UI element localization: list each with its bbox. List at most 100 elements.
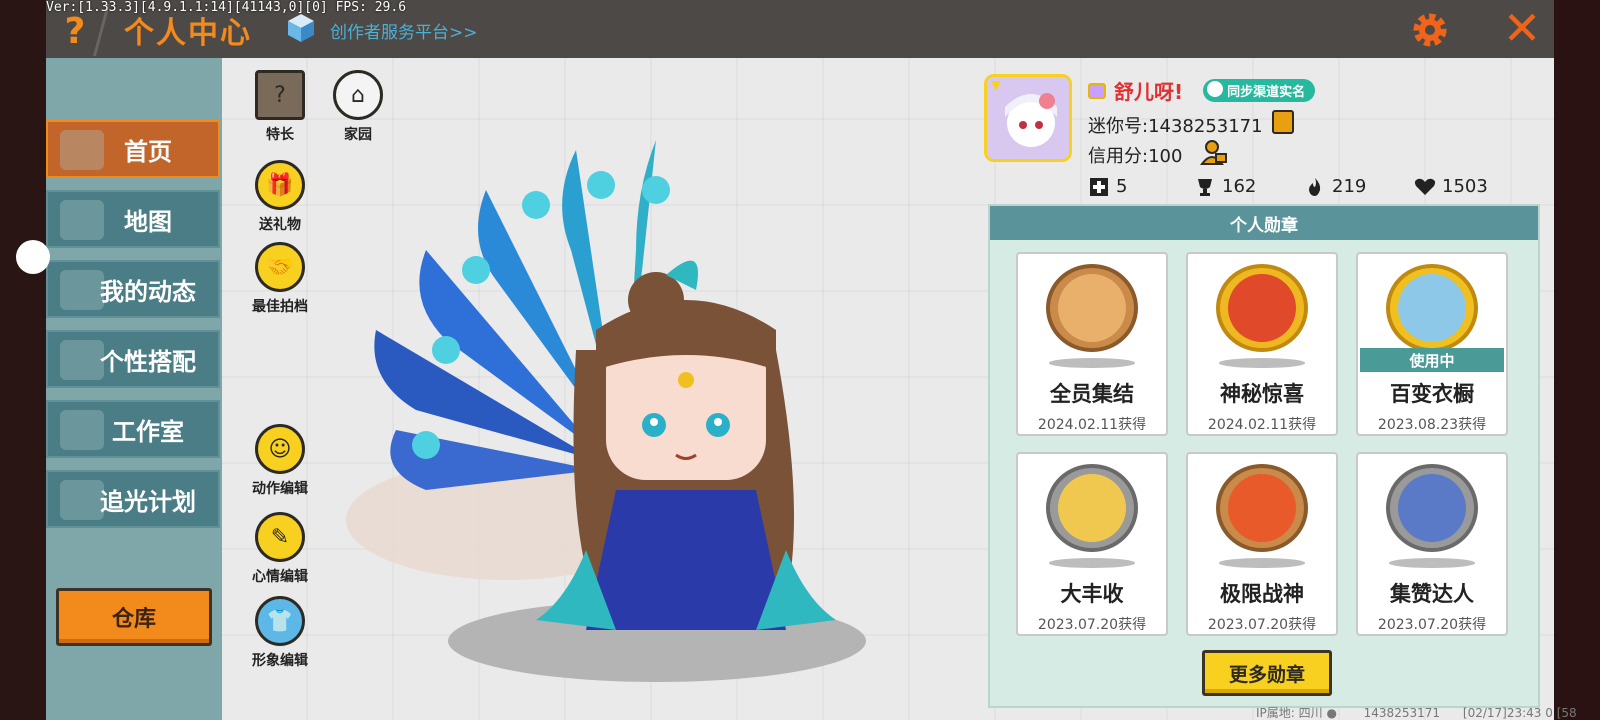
medal-base [1049,558,1135,568]
badge-name: 神秘惊喜 [1220,382,1304,406]
sidebar-item-label: 我的动态 [100,277,196,306]
username: 舒儿呀! [1114,80,1184,104]
stat-flame[interactable]: 219 [1304,176,1414,197]
badge-date: 2023.07.20获得 [1377,617,1487,633]
badge-card[interactable]: 大丰收 2023.07.20获得 [1016,452,1168,636]
creator-platform-link[interactable]: 创作者服务平台>> [330,18,478,43]
stat-value: 5 [1116,176,1128,197]
sidebar-item-label: 地图 [124,207,172,236]
plus-square-icon [1090,177,1108,196]
badge-name: 百变衣橱 [1390,382,1474,406]
sidebar: 首页 地图 我的动态 个性搭配 工作室 追光计划 仓库 [46,58,222,720]
stat-value: 1503 [1442,176,1488,197]
mood-edit-button[interactable]: ✎ 心情编辑 [244,512,316,586]
badge-name: 极限战神 [1220,582,1304,606]
talent-button[interactable]: ? 特长 [244,70,316,144]
warehouse-button[interactable]: 仓库 [56,588,212,646]
medal-base [1219,358,1305,368]
sync-label: 同步渠道实名 [1227,85,1306,100]
mini-id: 迷你号:1438253171 [1088,116,1263,137]
image-edit-label: 形象编辑 [252,653,308,669]
gear-icon[interactable] [1408,8,1452,52]
badge-medal-icon [1046,464,1138,553]
badge-card[interactable]: 极限战神 2023.07.20获得 [1186,452,1338,636]
credit-user-icon[interactable] [1200,138,1228,166]
avatar-image [987,77,1069,159]
footer-extra: 0 [58 [1545,706,1577,720]
sidebar-item-my-feed[interactable]: 我的动态 [46,260,220,318]
character-avatar[interactable] [336,130,936,670]
stat-add[interactable]: 5 [1088,176,1194,197]
action-edit-label: 动作编辑 [252,481,308,497]
stat-value: 219 [1332,176,1367,197]
medal-base [1389,558,1475,568]
send-gift-label: 送礼物 [259,217,301,233]
stat-likes[interactable]: 1503 [1414,176,1488,197]
action-edit-button[interactable]: ☺ 动作编辑 [244,424,316,498]
heart-icon [1414,178,1436,195]
badges-panel: 个人勋章 全员集结 2024.02.11获得 神秘惊喜 2024.02.11获得… [988,204,1540,708]
help-button[interactable]: ? [58,12,92,52]
medal-base [1049,358,1135,368]
cube-icon [288,14,314,42]
badge-name: 大丰收 [1060,582,1124,606]
sidebar-item-outfit[interactable]: 个性搭配 [46,330,220,388]
sync-realname-button[interactable]: 同步渠道实名 [1203,79,1316,102]
avatar[interactable] [984,74,1072,162]
footer-uid: 1438253171 [1363,706,1441,720]
sidebar-item-map[interactable]: 地图 [46,190,220,248]
pencil-icon: ✎ [255,512,305,562]
gift-icon: 🎁 [255,160,305,210]
in-use-tag: 使用中 [1360,348,1504,372]
sidebar-item-label: 个性搭配 [100,347,196,376]
sidebar-item-home[interactable]: 首页 [46,120,220,178]
badge-medal-icon [1216,464,1308,553]
footer-info: IP属地: 四川 ● 1438253171 [02/17]23:43 0 [58 [1256,704,1577,720]
badge-card[interactable]: 使用中 百变衣橱 2023.08.23获得 [1356,252,1508,436]
badge-date: 2024.02.11获得 [1207,417,1317,433]
sidebar-item-label: 工作室 [112,417,184,446]
flame-icon [1309,177,1321,196]
stat-value: 162 [1222,176,1257,197]
image-edit-button[interactable]: 👕 形象编辑 [244,596,316,670]
left-edge [0,0,46,720]
shirt-icon: 👕 [255,596,305,646]
more-badges-button[interactable]: 更多勋章 [1202,650,1332,696]
mood-edit-label: 心情编辑 [252,569,308,585]
badge-card[interactable]: 全员集结 2024.02.11获得 [1016,252,1168,436]
badge-card[interactable]: 神秘惊喜 2024.02.11获得 [1186,252,1338,436]
send-gift-button[interactable]: 🎁 送礼物 [244,160,316,234]
vip-badge-icon [1088,82,1106,99]
stats-row: 5 162 219 1503 [1088,176,1488,197]
sync-icon [1207,81,1224,97]
badge-medal-icon [1386,264,1478,353]
badge-card[interactable]: 集赞达人 2023.07.20获得 [1356,452,1508,636]
badge-date: 2023.07.20获得 [1037,617,1147,633]
action-icon: ☺ [255,424,305,474]
badges-title: 个人勋章 [990,206,1538,240]
badge-medal-icon [1216,264,1308,353]
best-partner-button[interactable]: 🤝 最佳拍档 [244,242,316,316]
medal-base [1219,558,1305,568]
floating-assist-button[interactable] [16,240,50,274]
stat-trophy[interactable]: 162 [1194,176,1304,197]
badge-name: 全员集结 [1050,382,1134,406]
badge-date: 2023.07.20获得 [1207,617,1317,633]
sidebar-item-light-plan[interactable]: 追光计划 [46,470,220,528]
sidebar-item-label: 追光计划 [100,487,196,516]
mystery-box-icon: ? [255,70,305,120]
ip-location: IP属地: 四川 [1256,706,1323,720]
badge-medal-icon [1046,264,1138,353]
credit-score: 信用分:100 [1088,146,1183,167]
info-icon: ● [1326,706,1337,720]
badge-date: 2023.08.23获得 [1377,417,1487,433]
best-partner-label: 最佳拍档 [252,299,308,315]
name-row: 舒儿呀! 同步渠道实名 [1088,76,1316,105]
copy-icon[interactable] [1272,110,1294,134]
debug-overlay: Ver:[1.33.3][4.9.1.1:14][41143,0][0] FPS… [46,0,407,15]
handshake-icon: 🤝 [255,242,305,292]
close-button[interactable]: ✕ [1500,5,1544,51]
sidebar-item-label: 首页 [124,137,172,166]
sidebar-item-studio[interactable]: 工作室 [46,400,220,458]
badge-date: 2024.02.11获得 [1037,417,1147,433]
